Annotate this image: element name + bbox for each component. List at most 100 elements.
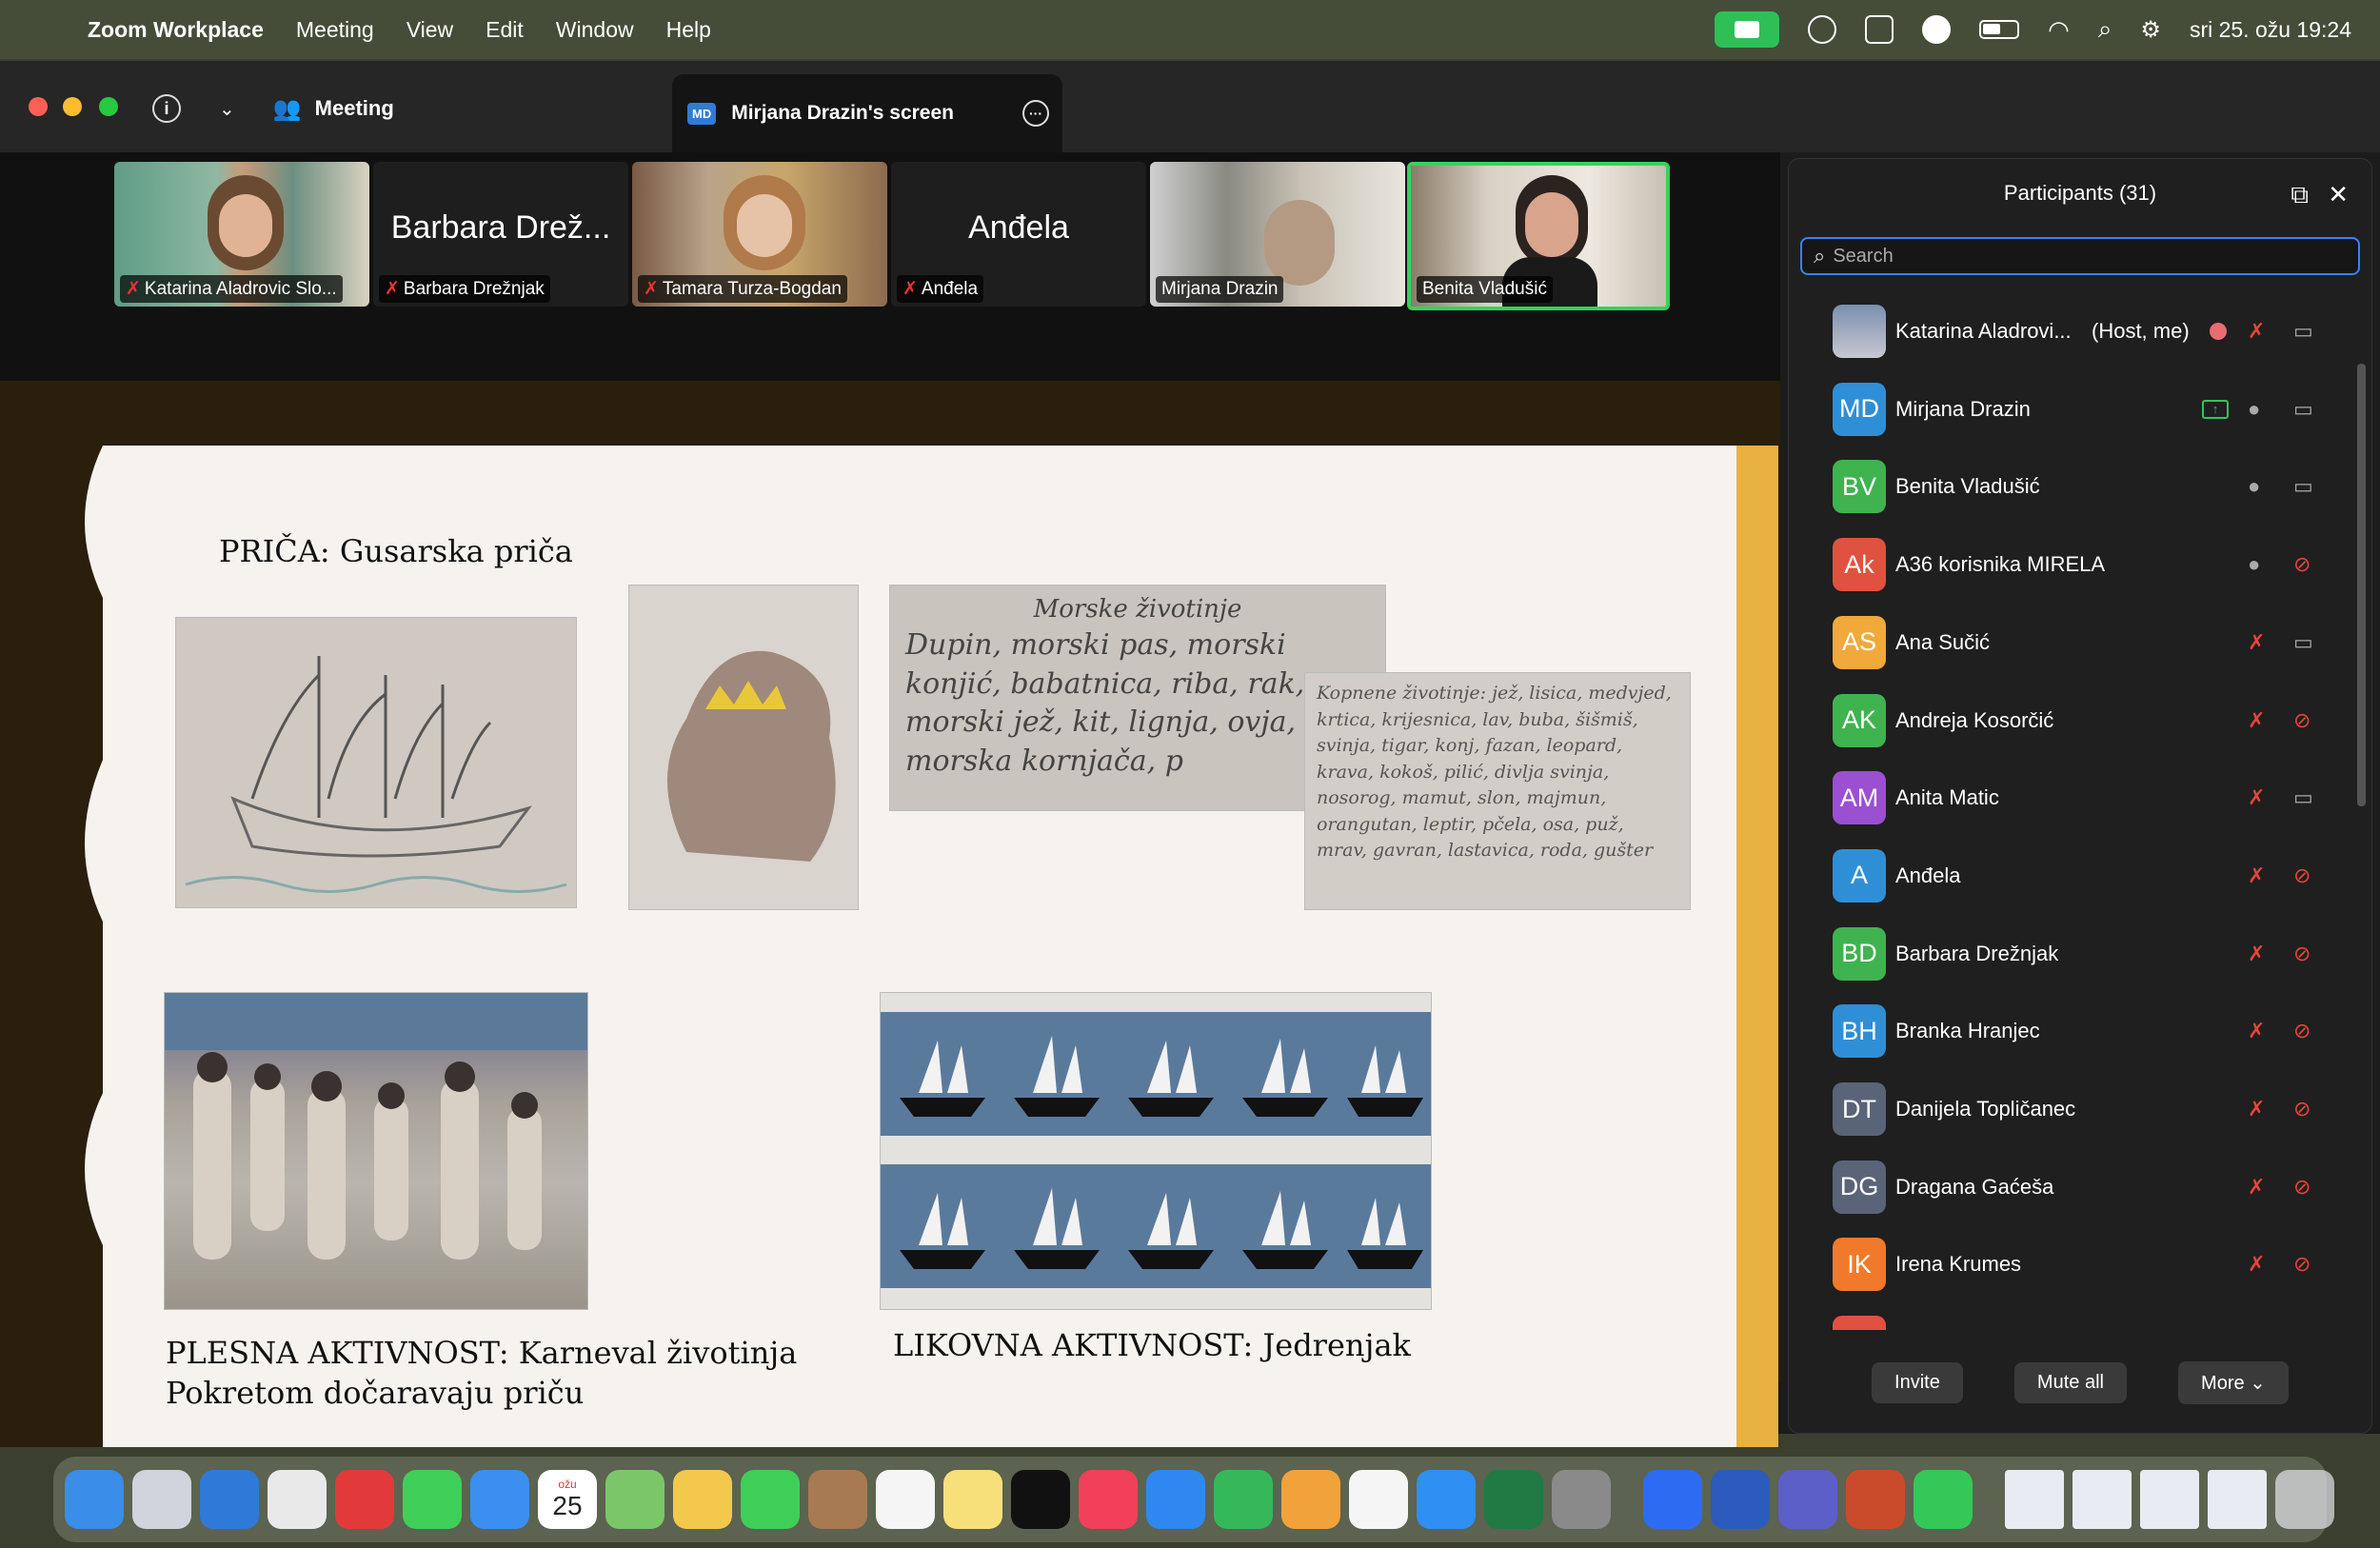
menu-meeting[interactable]: Meeting bbox=[296, 17, 374, 43]
pop-out-icon[interactable]: ⧉ bbox=[2291, 180, 2309, 210]
mail-icon[interactable] bbox=[470, 1470, 529, 1529]
muted-mic-icon[interactable]: ✗ bbox=[2248, 1252, 2265, 1277]
participant-row[interactable]: Katarina Aladrovi... (Host, me) ✗ ▭ bbox=[1789, 292, 2350, 370]
messages-icon[interactable] bbox=[403, 1470, 462, 1529]
pages-icon[interactable] bbox=[1281, 1470, 1340, 1529]
spotlight-search-icon[interactable]: ⌕ bbox=[2098, 14, 2112, 45]
video-tile-active-speaker[interactable]: Benita Vladušić bbox=[1407, 162, 1670, 310]
muted-mic-icon[interactable]: ✗ bbox=[2248, 785, 2265, 810]
zotero-icon[interactable] bbox=[335, 1470, 394, 1529]
screen-share-tab[interactable]: MD Mirjana Drazin's screen ··· bbox=[672, 74, 1062, 152]
muted-mic-icon[interactable]: ✗ bbox=[2248, 1019, 2265, 1043]
zoom-menubar-icon[interactable] bbox=[1922, 15, 1952, 44]
powerpoint-icon[interactable] bbox=[1846, 1470, 1905, 1529]
menubar-clock[interactable]: sri 25. ožu 19:24 bbox=[2190, 17, 2351, 43]
teams-icon[interactable] bbox=[1778, 1470, 1837, 1529]
meeting-tab[interactable]: 👥 Meeting bbox=[273, 95, 394, 123]
chevron-down-icon[interactable]: ⌄ bbox=[219, 97, 235, 121]
safari-icon[interactable] bbox=[200, 1470, 259, 1529]
menu-help[interactable]: Help bbox=[666, 17, 711, 43]
contacts-icon[interactable] bbox=[808, 1470, 867, 1529]
muted-mic-icon[interactable]: ✗ bbox=[2248, 1097, 2265, 1121]
muted-mic-icon[interactable]: ✗ bbox=[2248, 863, 2265, 888]
video-icon[interactable]: ▭ bbox=[2293, 630, 2313, 655]
video-tile[interactable]: ✗ Tamara Turza-Bogdan bbox=[632, 162, 887, 307]
close-icon[interactable]: ✕ bbox=[2328, 180, 2349, 209]
participant-row[interactable]: MD Mirjana Drazin ↑ ● ▭ bbox=[1789, 370, 2350, 448]
menu-edit[interactable]: Edit bbox=[486, 17, 524, 43]
minimized-window-4[interactable] bbox=[2208, 1470, 2267, 1529]
chrome-icon[interactable] bbox=[268, 1470, 327, 1529]
muted-mic-icon[interactable]: ✗ bbox=[2248, 708, 2265, 733]
minimize-window-button[interactable] bbox=[63, 97, 82, 116]
calendar-icon[interactable]: ožu 25 bbox=[538, 1470, 597, 1529]
video-off-icon[interactable]: ⊘ bbox=[2293, 863, 2311, 888]
video-off-icon[interactable]: ⊘ bbox=[2293, 708, 2311, 733]
creative-cloud-icon[interactable] bbox=[1808, 15, 1837, 44]
wifi-icon[interactable]: ◠ bbox=[2048, 15, 2070, 45]
mic-icon[interactable]: ● bbox=[2248, 474, 2260, 499]
participant-row[interactable]: BD Barbara Drežnjak ✗ ⊘ bbox=[1789, 915, 2350, 993]
muted-mic-icon[interactable]: ✗ bbox=[2248, 630, 2265, 655]
video-tile[interactable]: Anđela ✗ Anđela bbox=[891, 162, 1146, 307]
close-window-button[interactable] bbox=[29, 97, 48, 116]
minimized-window-1[interactable] bbox=[2005, 1470, 2064, 1529]
whatsapp-icon[interactable] bbox=[1914, 1470, 1973, 1529]
video-tile[interactable]: ✗ Katarina Aladrovic Slo... bbox=[114, 162, 369, 307]
keynote-icon[interactable] bbox=[1146, 1470, 1205, 1529]
zoom-icon[interactable] bbox=[1643, 1470, 1702, 1529]
zoom-camera-status-icon[interactable] bbox=[1715, 11, 1780, 48]
video-tile[interactable]: Mirjana Drazin bbox=[1150, 162, 1405, 307]
minimized-window-3[interactable] bbox=[2140, 1470, 2199, 1529]
video-off-icon[interactable]: ⊘ bbox=[2293, 1097, 2311, 1121]
meeting-info-icon[interactable]: i bbox=[152, 94, 181, 123]
more-button[interactable]: More ⌄ bbox=[2178, 1360, 2289, 1404]
video-icon[interactable]: ▭ bbox=[2293, 397, 2313, 422]
maps-icon[interactable] bbox=[605, 1470, 664, 1529]
video-off-icon[interactable]: ⊘ bbox=[2293, 1252, 2311, 1277]
launchpad-icon[interactable] bbox=[132, 1470, 191, 1529]
video-off-icon[interactable]: ⊘ bbox=[2293, 1019, 2311, 1043]
zoom-window-button[interactable] bbox=[99, 97, 118, 116]
excel-icon[interactable] bbox=[1484, 1470, 1543, 1529]
mic-icon[interactable]: ● bbox=[2248, 552, 2260, 577]
appstore-icon[interactable] bbox=[1417, 1470, 1476, 1529]
video-off-icon[interactable]: ⊘ bbox=[2293, 1175, 2311, 1200]
video-icon[interactable]: ▭ bbox=[2293, 785, 2313, 810]
participant-row[interactable]: DG Dragana Gaćeša ✗ ⊘ bbox=[1789, 1148, 2350, 1226]
video-icon[interactable]: ▭ bbox=[2293, 474, 2313, 499]
participant-row[interactable]: IIvana✗▭ bbox=[1789, 1303, 2350, 1330]
participant-row[interactable]: Ak A36 korisnika MIRELA ● ⊘ bbox=[1789, 526, 2350, 604]
menu-app-name[interactable]: Zoom Workplace bbox=[88, 17, 264, 43]
trash-icon[interactable] bbox=[2275, 1470, 2334, 1529]
reminders-icon[interactable] bbox=[876, 1470, 935, 1529]
participant-row[interactable]: BV Benita Vladušić ● ▭ bbox=[1789, 447, 2350, 526]
video-off-icon[interactable]: ⊘ bbox=[2293, 552, 2311, 577]
video-off-icon[interactable]: ⊘ bbox=[2293, 942, 2311, 966]
mute-all-button[interactable]: Mute all bbox=[2013, 1361, 2127, 1403]
settings-icon[interactable] bbox=[1552, 1470, 1611, 1529]
participant-row[interactable]: A Anđela ✗ ⊘ bbox=[1789, 837, 2350, 915]
menu-window[interactable]: Window bbox=[556, 17, 634, 43]
appletv-icon[interactable] bbox=[1011, 1470, 1070, 1529]
minimized-window-2[interactable] bbox=[2073, 1470, 2132, 1529]
finder-icon[interactable] bbox=[65, 1470, 124, 1529]
facetime-icon[interactable] bbox=[741, 1470, 800, 1529]
participant-row[interactable]: AS Ana Sučić ✗ ▭ bbox=[1789, 604, 2350, 682]
menu-view[interactable]: View bbox=[407, 17, 453, 43]
word-icon[interactable] bbox=[1711, 1470, 1770, 1529]
participant-row[interactable]: BH Branka Hranjec ✗ ⊘ bbox=[1789, 992, 2350, 1070]
video-tile[interactable]: Barbara Drež... ✗ Barbara Drežnjak bbox=[373, 162, 628, 307]
participant-row[interactable]: DT Danijela Topličanec ✗ ⊘ bbox=[1789, 1070, 2350, 1148]
participant-search-input[interactable]: ⌕ Search bbox=[1800, 237, 2360, 275]
participant-row[interactable]: AM Anita Matic ✗ ▭ bbox=[1789, 759, 2350, 837]
photos-icon[interactable] bbox=[673, 1470, 732, 1529]
muted-mic-icon[interactable]: ✗ bbox=[2248, 319, 2265, 344]
music-icon[interactable] bbox=[1079, 1470, 1138, 1529]
muted-mic-icon[interactable]: ✗ bbox=[2248, 1175, 2265, 1200]
participant-row[interactable]: AK Andreja Kosorčić ✗ ⊘ bbox=[1789, 682, 2350, 760]
battery-icon[interactable] bbox=[1979, 20, 2020, 39]
more-options-icon[interactable]: ··· bbox=[1022, 100, 1049, 127]
freeform-icon[interactable] bbox=[1349, 1470, 1408, 1529]
notes-icon[interactable] bbox=[943, 1470, 1002, 1529]
